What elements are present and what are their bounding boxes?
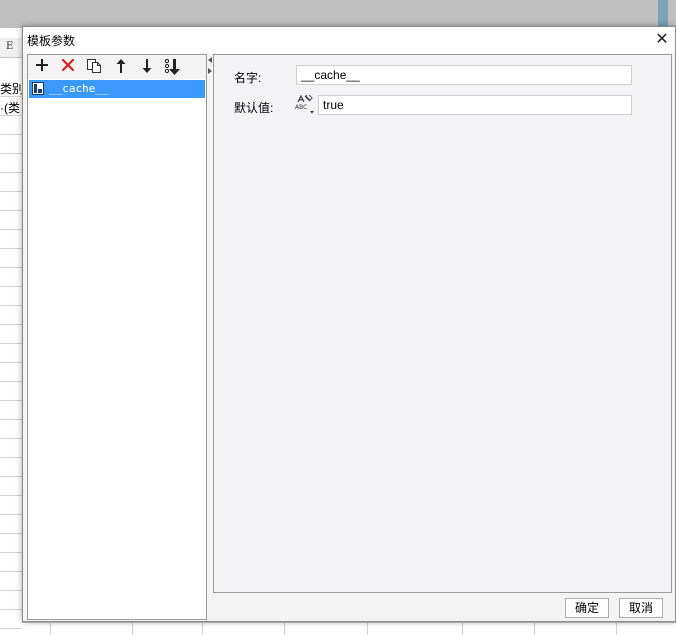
plus-icon [36, 59, 48, 71]
background-row [0, 591, 22, 610]
default-value-input[interactable] [318, 95, 632, 115]
background-row [0, 439, 22, 458]
background-cell: 类别 [0, 82, 22, 96]
background-row [0, 572, 22, 591]
name-label: 名字: [234, 71, 262, 85]
background-row [0, 325, 22, 344]
list-item[interactable]: __cache__ [29, 80, 205, 98]
background-row [0, 458, 22, 477]
background-row [0, 553, 22, 572]
background-spreadsheet: E 类别 ·(类 [0, 28, 22, 635]
parameter-list: __cache__ [28, 79, 206, 619]
parameter-toolbar [28, 55, 206, 79]
arrow-down-icon [142, 59, 152, 73]
collapse-left-icon[interactable] [208, 57, 212, 63]
background-scrollbar [658, 0, 668, 28]
dialog-title: 模板参数 [27, 34, 76, 48]
background-row [0, 382, 22, 401]
delete-x-icon [61, 58, 75, 72]
background-row [0, 401, 22, 420]
background-row: 类别 [0, 78, 22, 97]
background-row: ·(类 [0, 97, 22, 116]
background-gridline [367, 623, 368, 635]
background-row [0, 268, 22, 287]
background-gridline [616, 623, 617, 635]
ok-button[interactable]: 确定 [565, 598, 609, 618]
value-type-picker[interactable]: ABC [294, 93, 316, 117]
background-row [0, 515, 22, 534]
background-gridline [202, 623, 203, 635]
background-bottom-cells [22, 622, 676, 635]
background-row [0, 230, 22, 249]
sort-icon [164, 58, 180, 75]
template-parameters-dialog: 模板参数 ✕ __cache__ 名字: __cache__ 默认值: ABC … [22, 26, 676, 622]
cancel-button[interactable]: 取消 [619, 598, 663, 618]
background-row [0, 477, 22, 496]
background-column-header: E [0, 38, 22, 58]
background-gridline [462, 623, 463, 635]
background-row [0, 344, 22, 363]
sort-parameters-button[interactable] [162, 57, 184, 77]
column-header-label: E [6, 41, 14, 52]
background-row [0, 173, 22, 192]
background-row [0, 154, 22, 173]
default-value-label: 默认值: [234, 101, 274, 115]
svg-text:ABC: ABC [295, 104, 307, 111]
close-icon: ✕ [655, 31, 669, 48]
copy-parameter-button[interactable] [83, 57, 105, 77]
add-parameter-button[interactable] [31, 57, 53, 77]
background-row [0, 192, 22, 211]
parameter-detail-panel: 名字: 默认值: ABC [213, 54, 672, 593]
background-top-strip [0, 0, 676, 28]
name-input[interactable] [296, 65, 632, 85]
parameter-list-panel: __cache__ [27, 54, 207, 620]
dialog-titlebar: 模板参数 ✕ [23, 27, 675, 53]
move-up-button[interactable] [110, 57, 132, 77]
background-row [0, 116, 22, 135]
background-row [0, 249, 22, 268]
background-gridline [284, 623, 285, 635]
copy-icon [87, 59, 101, 73]
background-row [0, 363, 22, 382]
background-row [0, 420, 22, 439]
background-row [0, 135, 22, 154]
text-type-icon: ABC [295, 93, 314, 114]
parameter-name-label: __cache__ [49, 82, 109, 95]
parameter-icon [32, 82, 44, 95]
background-row [0, 534, 22, 553]
background-row [0, 496, 22, 515]
move-down-button[interactable] [136, 57, 158, 77]
background-gridline [50, 623, 51, 635]
delete-parameter-button[interactable] [57, 57, 79, 77]
background-row [0, 287, 22, 306]
background-row [0, 306, 22, 325]
background-gridline [534, 623, 535, 635]
background-cell: ·(类 [0, 101, 20, 115]
arrow-up-icon [116, 59, 126, 73]
close-button[interactable]: ✕ [649, 27, 675, 53]
background-row [0, 610, 22, 629]
background-row [0, 211, 22, 230]
background-gridline [132, 623, 133, 635]
expand-right-icon[interactable] [208, 68, 212, 74]
